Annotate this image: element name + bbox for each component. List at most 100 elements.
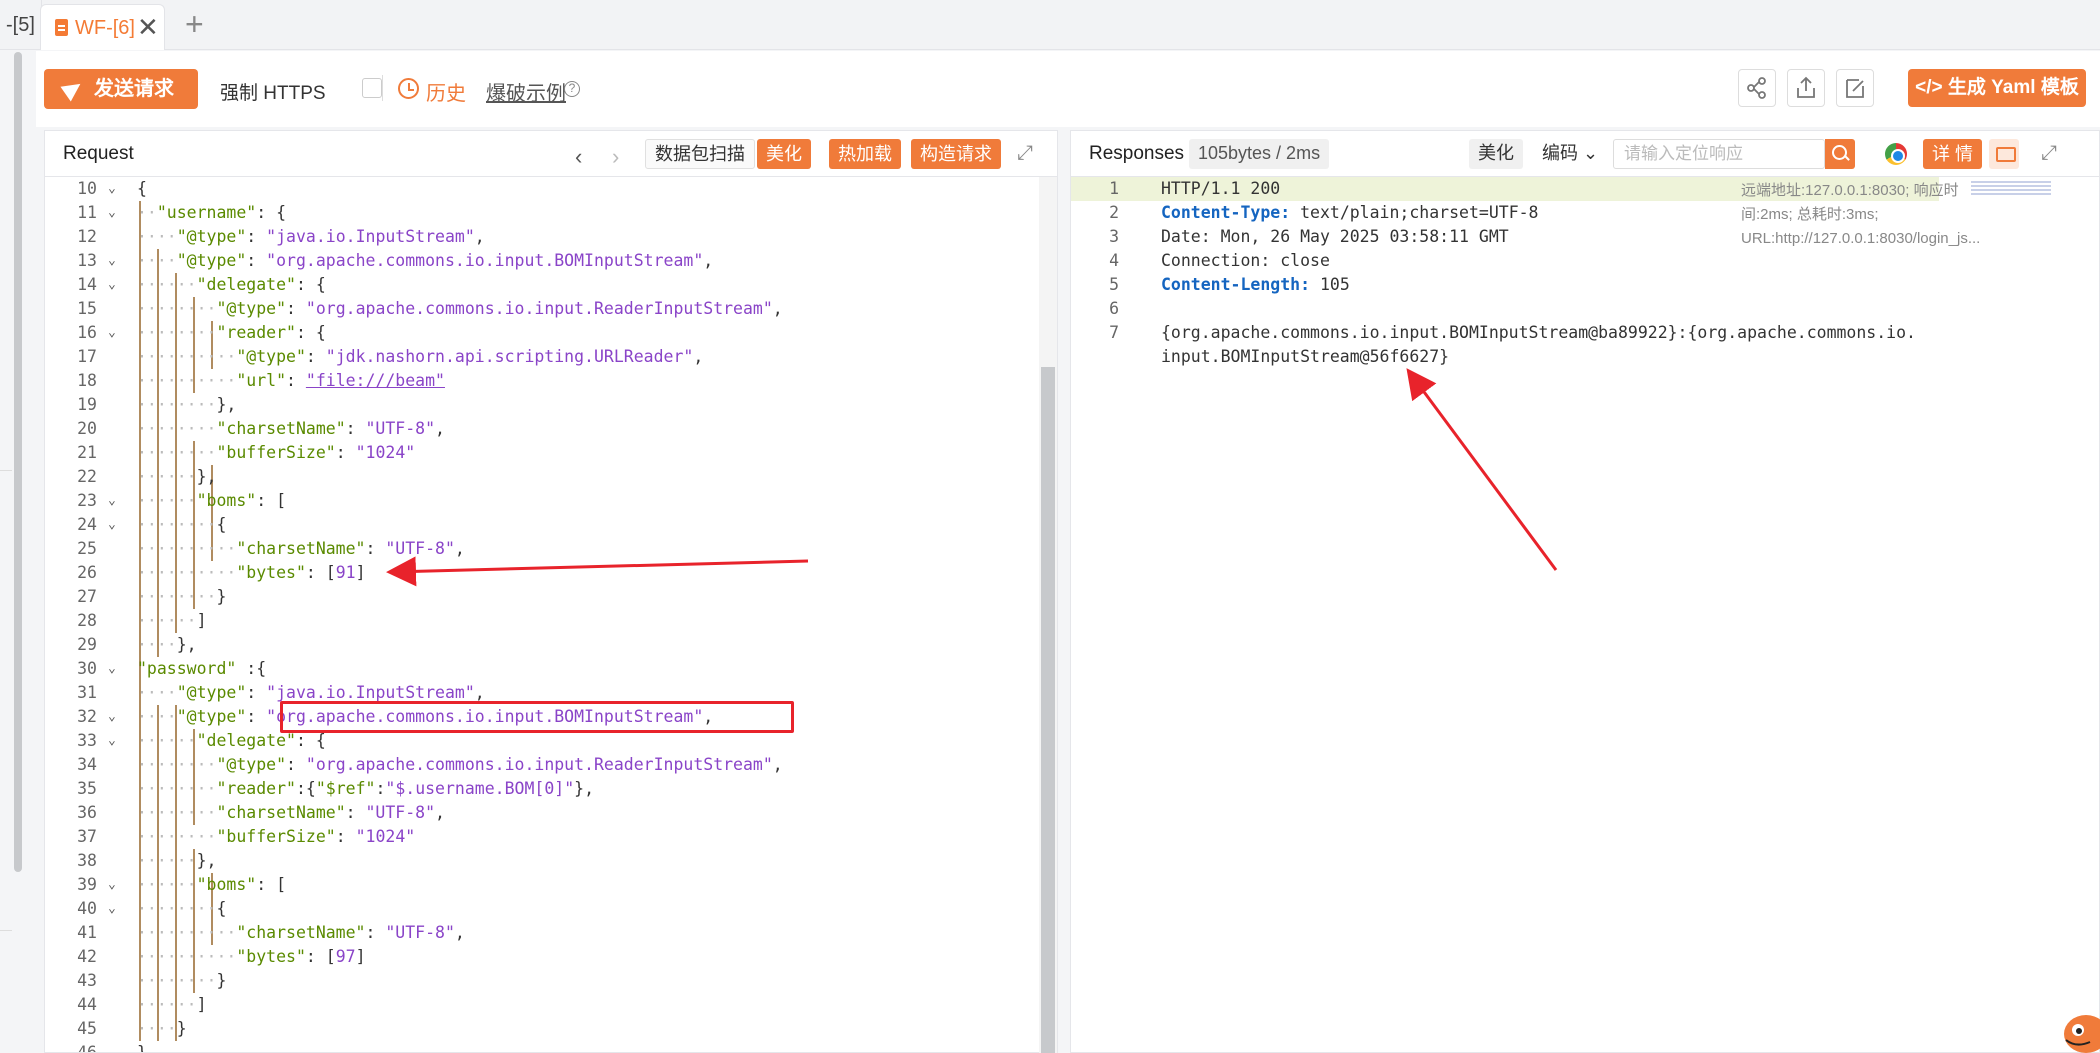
code-line[interactable]: 40 ⌄ ········{ [45,897,1035,921]
burst-example-link[interactable]: 爆破示例 [486,77,566,106]
line-number: 21 [77,443,97,462]
code-text: ··········"bytes": [91] [137,563,366,582]
code-line[interactable]: 21 ········"bufferSize": "1024" [45,441,1035,465]
request-editor[interactable]: 10 ⌄ {11 ⌄ ··"username": {12 ····"@type": "ja… [45,177,1057,1052]
code-line[interactable]: 28 ······] [45,609,1035,633]
detail-button[interactable]: 详 情 [1923,139,1983,169]
fold-chevron-icon[interactable]: ⌄ [108,513,116,537]
document-icon [55,19,68,36]
code-line[interactable]: 23 ⌄ ······"boms": [ [45,489,1035,513]
fold-chevron-icon[interactable]: ⌄ [108,873,116,897]
fold-chevron-icon[interactable]: ⌄ [108,705,116,729]
outer-scrollbar[interactable] [14,52,22,872]
beautify-button[interactable]: 美化 [757,139,811,169]
code-line[interactable]: 41 ··········"charsetName": "UTF-8", [45,921,1035,945]
comment-icon[interactable] [1989,139,2019,169]
code-line[interactable]: 34 ········"@type": "org.apache.commons.i… [45,753,1035,777]
code-line[interactable]: 35 ········"reader":{"$ref":"$.username.B… [45,777,1035,801]
line-number: 19 [77,395,97,414]
code-text: ······"boms": [ [137,491,287,510]
packet-scan-button[interactable]: 数据包扫描 [645,139,755,169]
line-number: 22 [77,467,97,486]
export-icon[interactable] [1787,69,1825,107]
request-scrollbar[interactable] [1039,177,1057,1053]
code-line[interactable]: 22 ······}, [45,465,1035,489]
response-beautify-button[interactable]: 美化 [1469,139,1523,169]
code-text: ··"username": { [137,203,287,222]
hot-load-button[interactable]: 热加载 [829,139,901,169]
code-line[interactable]: 36 ········"charsetName": "UTF-8", [45,801,1035,825]
code-line[interactable]: 42 ··········"bytes": [97] [45,945,1035,969]
code-line[interactable]: 26 ··········"bytes": [91] [45,561,1035,585]
fold-chevron-icon[interactable]: ⌄ [108,201,116,225]
chevron-left-icon[interactable]: ‹ [575,144,582,170]
response-search-input[interactable]: 请输入定位响应 [1613,139,1825,169]
code-line[interactable]: 17 ··········"@type": "jdk.nashorn.api.sc… [45,345,1035,369]
history-clock-icon[interactable] [398,78,419,99]
code-line[interactable]: 18 ··········"url": "file:///beam" [45,369,1035,393]
code-line[interactable]: 43 ········} [45,969,1035,993]
code-line[interactable]: 29 ····}, [45,633,1035,657]
code-line[interactable]: 44 ······] [45,993,1035,1017]
fold-chevron-icon[interactable]: ⌄ [108,897,116,921]
mascot-icon[interactable] [2060,1000,2100,1053]
code-line[interactable]: 13 ⌄ ····"@type": "org.apache.commons.io.i… [45,249,1035,273]
line-number: 46 [45,1041,97,1052]
force-https-checkbox[interactable] [362,78,382,98]
close-tab-icon[interactable]: ✕ [137,12,159,43]
code-line[interactable]: 45 ····} [45,1017,1035,1041]
code-line[interactable]: 10 ⌄ { [45,177,1035,201]
generate-yaml-button[interactable]: </> 生成 Yaml 模板 [1908,69,2086,107]
chrome-icon[interactable] [1885,143,1907,165]
code-line[interactable]: 39 ⌄ ······"boms": [ [45,873,1035,897]
code-text: ······}, [137,851,217,870]
code-line[interactable]: 20 ········"charsetName": "UTF-8", [45,417,1035,441]
send-request-button[interactable]: 发送请求 [44,69,198,109]
fullscreen-icon[interactable]: ⤢ [1017,143,1037,163]
chevron-right-icon[interactable]: › [612,144,619,170]
edit-icon[interactable] [1836,69,1874,107]
fold-chevron-icon[interactable]: ⌄ [108,249,116,273]
construct-request-button[interactable]: 构造请求 [911,139,1001,169]
code-line[interactable]: 19 ········}, [45,393,1035,417]
tab-active[interactable]: WF-[6] ✕ [40,4,165,50]
code-line[interactable]: 25 ··········"charsetName": "UTF-8", [45,537,1035,561]
code-line[interactable]: 14 ⌄ ······"delegate": { [45,273,1035,297]
fold-chevron-icon[interactable]: ⌄ [108,489,116,513]
search-icon[interactable] [1825,139,1855,169]
help-icon[interactable]: ? [564,81,580,97]
annotation-highlight-box [280,701,794,733]
code-line[interactable]: 38 ······}, [45,849,1035,873]
fold-chevron-icon[interactable]: ⌄ [108,321,116,345]
send-plane-icon [60,76,86,102]
code-line[interactable]: 11 ⌄ ··"username": { [45,201,1035,225]
code-line[interactable]: 30 ⌄ "password" :{ [45,657,1035,681]
fold-chevron-icon[interactable]: ⌄ [108,657,116,681]
code-line[interactable]: 15 ········"@type": "org.apache.commons.i… [45,297,1035,321]
code-line[interactable]: 24 ⌄ ········{ [45,513,1035,537]
code-line[interactable]: 46} [45,1041,1035,1052]
code-line[interactable]: 37 ········"bufferSize": "1024" [45,825,1035,849]
fold-chevron-icon[interactable]: ⌄ [108,273,116,297]
add-tab-icon[interactable]: + [185,6,204,43]
line-number: 28 [77,611,97,630]
code-text: ······] [137,611,207,630]
code-line[interactable]: 27 ········} [45,585,1035,609]
code-line[interactable]: 16 ⌄ ········"reader": { [45,321,1035,345]
fold-chevron-icon[interactable]: ⌄ [108,729,116,753]
tab-previous[interactable]: -[5] [0,0,42,50]
code-text: ········"@type": "org.apache.commons.io.… [137,299,783,318]
code-text: ········"reader":{"$ref":"$.username.BOM… [137,779,595,798]
share-icon[interactable] [1738,69,1776,107]
response-viewer[interactable]: 远端地址:127.0.0.1:8030; 响应时间:2ms; 总耗时:3ms; … [1071,177,2099,1052]
line-number: 31 [77,683,97,702]
line-number: 36 [77,803,97,822]
history-link[interactable]: 历史 [426,77,466,106]
encode-dropdown[interactable]: 编码 ⌄ [1533,139,1608,169]
code-text: ········"charsetName": "UTF-8", [137,803,445,822]
code-line[interactable]: 12 ····"@type": "java.io.InputStream", [45,225,1035,249]
scrollbar-thumb[interactable] [1041,367,1055,1053]
fullscreen-icon[interactable]: ⤢ [2041,143,2061,163]
minimap[interactable] [1971,181,2051,197]
fold-chevron-icon[interactable]: ⌄ [108,177,116,201]
